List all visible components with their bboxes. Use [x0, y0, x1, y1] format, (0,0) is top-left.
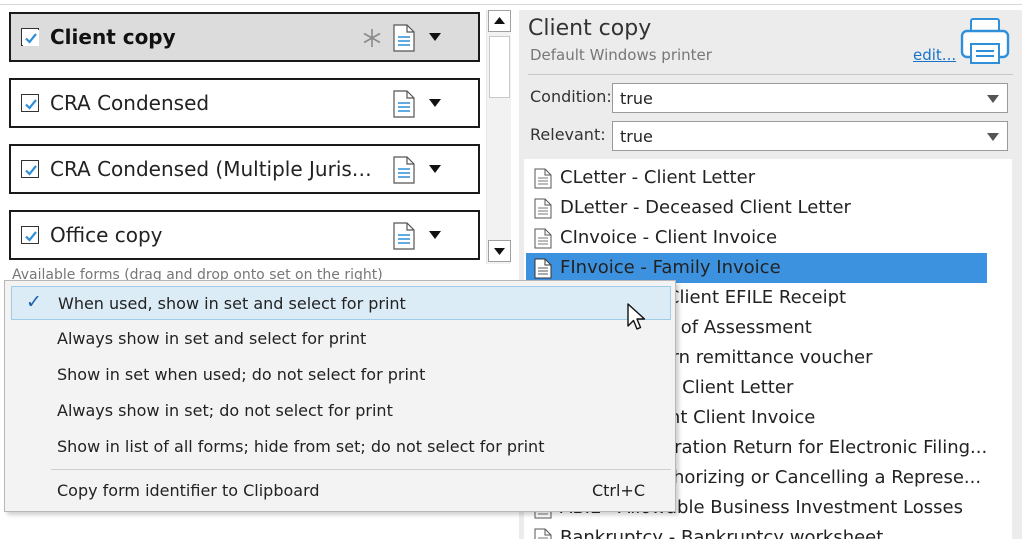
- chevron-down-icon: [987, 133, 999, 141]
- menu-item-when-used[interactable]: ✓ When used, show in set and select for …: [11, 286, 671, 320]
- menu-item-always-show[interactable]: Always show in set; do not select for pr…: [11, 394, 671, 428]
- menu-item-label: Copy form identifier to Clipboard: [57, 481, 320, 500]
- mouse-cursor-icon: [627, 303, 646, 330]
- document-icon[interactable]: [391, 222, 417, 250]
- check-mark-icon: ✓: [26, 291, 42, 313]
- menu-item-label: When used, show in set and select for pr…: [58, 294, 406, 313]
- menu-item-show-when-used[interactable]: Show in set when used; do not select for…: [11, 358, 671, 392]
- dropdown-arrow-icon[interactable]: [428, 228, 442, 242]
- arrow-down-icon: [494, 248, 505, 255]
- print-set-label: CRA Condensed: [50, 91, 210, 115]
- menu-item-hide-from-set[interactable]: Show in list of all forms; hide from set…: [11, 430, 671, 464]
- arrow-up-icon: [494, 17, 505, 24]
- document-icon: [534, 228, 552, 249]
- menu-item-always-show-select[interactable]: Always show in set and select for print: [11, 322, 671, 356]
- print-set-row[interactable]: Office copy: [9, 210, 480, 260]
- context-menu: ✓ When used, show in set and select for …: [4, 280, 676, 512]
- dropdown-arrow-icon[interactable]: [428, 162, 442, 176]
- document-icon[interactable]: [391, 90, 417, 118]
- checkbox[interactable]: [21, 94, 39, 112]
- scrollbar-thumb[interactable]: [489, 36, 510, 98]
- condition-dropdown[interactable]: true: [612, 83, 1008, 113]
- document-icon[interactable]: [391, 24, 417, 52]
- chevron-down-icon: [987, 95, 999, 103]
- print-set-label: Office copy: [50, 223, 163, 247]
- print-set-label: Client copy: [50, 25, 176, 49]
- dropdown-arrow-icon[interactable]: [428, 96, 442, 110]
- print-set-row[interactable]: CRA Condensed: [9, 78, 480, 128]
- menu-shortcut: Ctrl+C: [591, 481, 645, 500]
- form-label: CLetter - Client Letter: [560, 167, 756, 188]
- form-label: Bankruptcy - Bankruptcy worksheet: [560, 527, 884, 539]
- relevant-label: Relevant:: [530, 125, 606, 144]
- print-set-row[interactable]: CRA Condensed (Multiple Jurisdictions): [9, 144, 480, 194]
- checkbox[interactable]: [21, 226, 39, 244]
- condition-label: Condition:: [530, 87, 612, 106]
- menu-item-copy-identifier[interactable]: Copy form identifier to Clipboard Ctrl+C: [11, 474, 671, 508]
- vertical-scrollbar[interactable]: [486, 10, 511, 264]
- document-icon: [534, 168, 552, 189]
- printer-name: Default Windows printer: [530, 46, 712, 64]
- scroll-down-button[interactable]: [488, 240, 511, 262]
- menu-item-label: Always show in set; do not select for pr…: [57, 401, 393, 420]
- edit-printer-link[interactable]: edit...: [913, 46, 956, 64]
- scroll-up-button[interactable]: [488, 10, 511, 32]
- list-item[interactable]: CLetter - Client Letter: [526, 163, 987, 193]
- list-item[interactable]: DLetter - Deceased Client Letter: [526, 193, 987, 223]
- form-label: FInvoice - Family Invoice: [560, 257, 781, 278]
- top-divider: [0, 4, 1022, 5]
- list-item[interactable]: Bankruptcy - Bankruptcy worksheet: [526, 523, 987, 539]
- menu-item-label: Always show in set and select for print: [57, 329, 367, 348]
- checkbox[interactable]: [21, 28, 39, 46]
- condition-value: true: [620, 89, 653, 108]
- document-icon: [534, 258, 552, 279]
- dropdown-arrow-icon[interactable]: [428, 30, 442, 44]
- menu-separator: [51, 469, 671, 470]
- document-icon: [534, 198, 552, 219]
- list-item[interactable]: CInvoice - Client Invoice: [526, 223, 987, 253]
- menu-item-label: Show in set when used; do not select for…: [57, 365, 426, 384]
- form-label: DLetter - Deceased Client Letter: [560, 197, 851, 218]
- printer-icon[interactable]: [959, 16, 1011, 66]
- print-set-list: Client copy CRA Condensed CRA Condensed …: [0, 10, 486, 275]
- form-label: CInvoice - Client Invoice: [560, 227, 778, 248]
- asterisk-icon[interactable]: [361, 27, 383, 49]
- relevant-value: true: [620, 127, 653, 146]
- document-icon[interactable]: [391, 156, 417, 184]
- relevant-dropdown[interactable]: true: [612, 121, 1008, 151]
- document-icon: [534, 528, 552, 539]
- print-set-label: CRA Condensed (Multiple Jurisdictions): [50, 157, 380, 181]
- list-item[interactable]: FInvoice - Family Invoice: [526, 253, 987, 283]
- divider: [528, 74, 1013, 75]
- menu-item-label: Show in list of all forms; hide from set…: [57, 437, 545, 456]
- set-title: Client copy: [528, 16, 652, 41]
- checkbox[interactable]: [21, 160, 39, 178]
- print-set-row[interactable]: Client copy: [9, 12, 480, 62]
